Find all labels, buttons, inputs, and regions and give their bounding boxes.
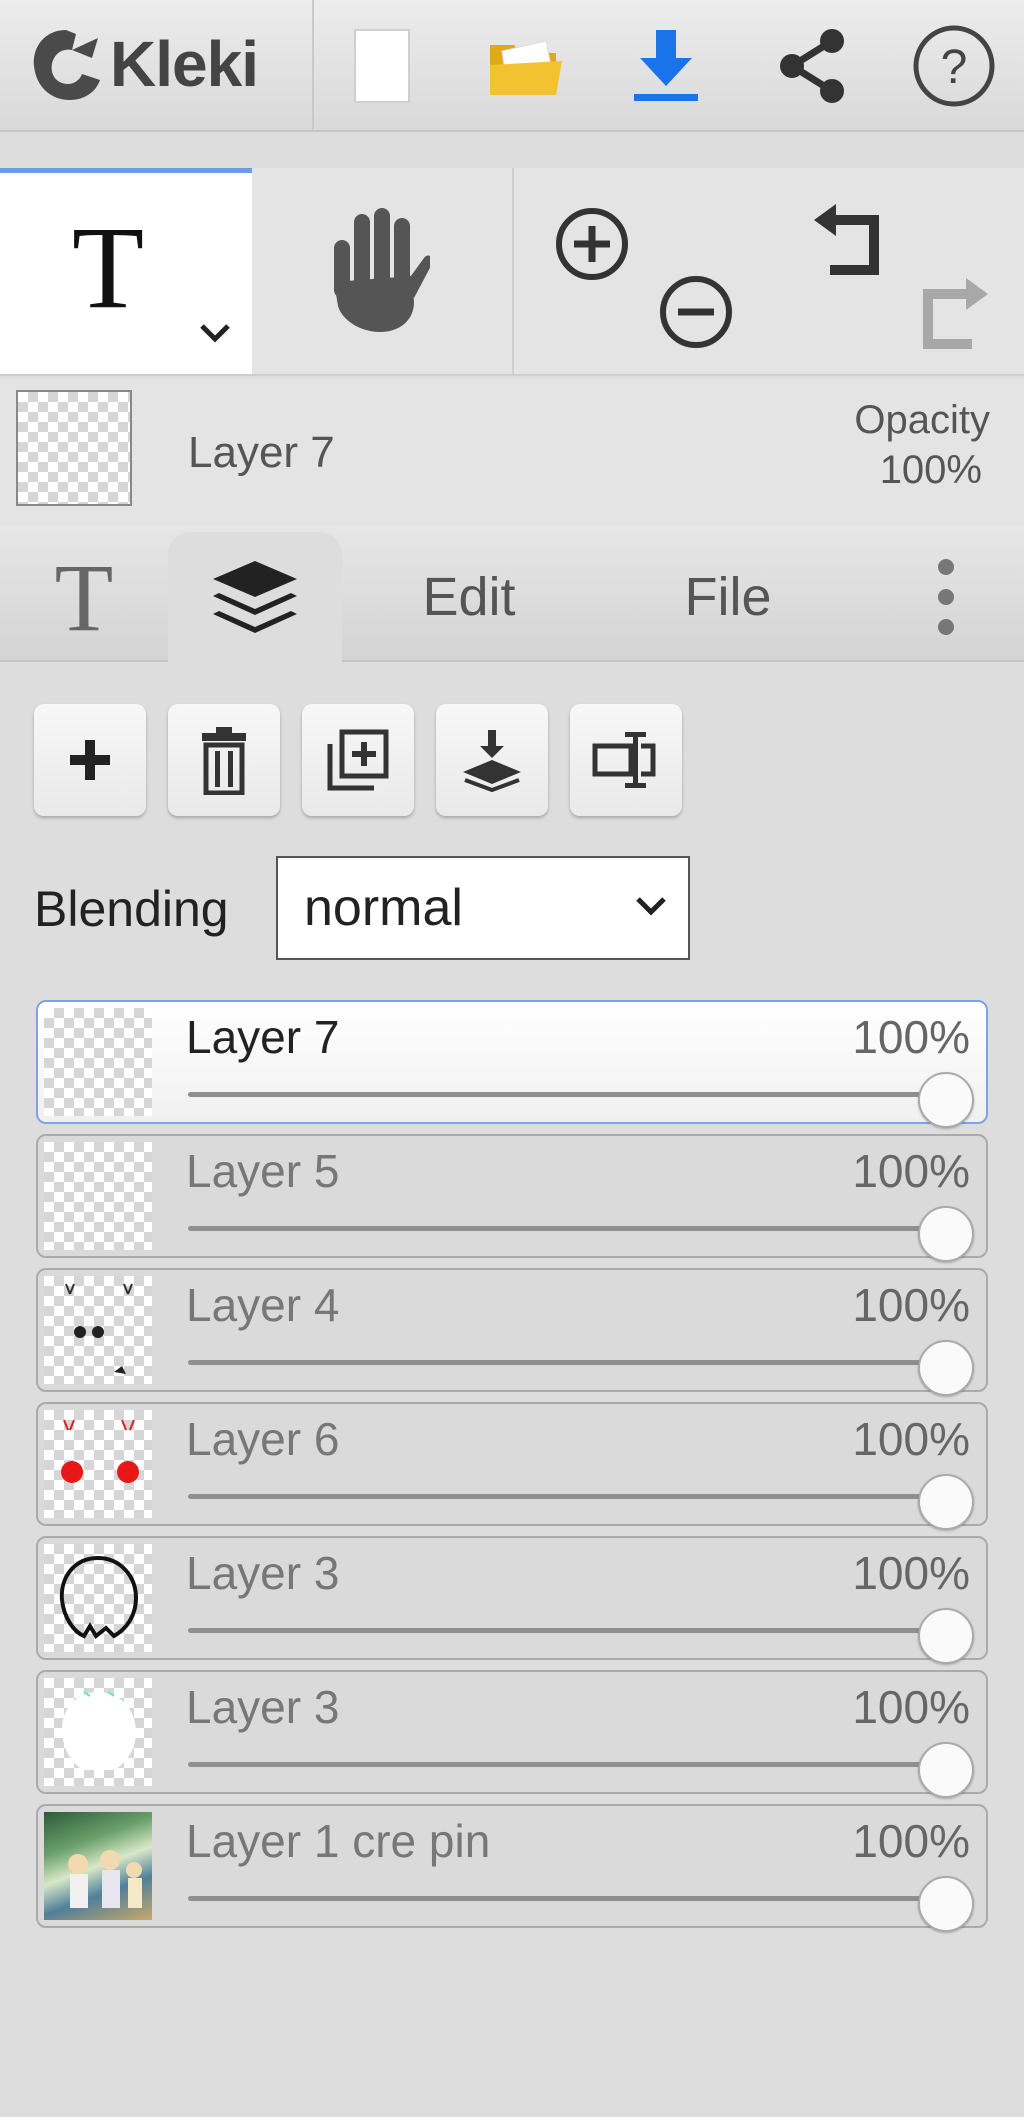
tab-text[interactable]: T (18, 532, 150, 662)
opacity-slider-track[interactable] (188, 1092, 946, 1097)
layer-thumbnail (44, 1276, 152, 1384)
panel-tabs: T Edit File (0, 526, 1024, 662)
opacity-value: 100% (879, 448, 982, 492)
current-layer-thumbnail (16, 390, 132, 506)
layer-row-layer-3-a[interactable]: Layer 3 100% (36, 1536, 988, 1664)
layer-thumbnail (44, 1142, 152, 1250)
tool-divider (512, 168, 514, 374)
duplicate-icon (327, 729, 389, 791)
zoom-out-icon[interactable] (656, 272, 736, 352)
layer-row-layer-4[interactable]: Layer 4 100% (36, 1268, 988, 1396)
layer-row-layer-7[interactable]: Layer 7 100% (36, 1000, 988, 1128)
layer-opacity: 100% (852, 1413, 970, 1465)
layer-thumbnail (44, 1008, 152, 1116)
new-file-icon (354, 29, 410, 103)
opacity-label: Opacity (854, 398, 990, 442)
merge-down-button[interactable] (436, 704, 548, 816)
layer-thumbnail (44, 1410, 152, 1518)
layer-opacity: 100% (852, 1681, 970, 1733)
opacity-slider-handle[interactable] (918, 1340, 974, 1396)
opacity-slider-handle[interactable] (918, 1876, 974, 1932)
delete-layer-button[interactable] (168, 704, 280, 816)
help-icon: ? (913, 25, 995, 107)
more-menu-button[interactable] (916, 532, 976, 662)
undo-icon[interactable] (808, 198, 888, 278)
download-icon (634, 30, 698, 101)
layer-opacity: 100% (852, 1145, 970, 1197)
duplicate-layer-button[interactable] (302, 704, 414, 816)
plus-icon (70, 740, 110, 780)
open-folder-icon (490, 40, 562, 95)
layer-thumbnail (44, 1544, 152, 1652)
help-button[interactable]: ? (904, 18, 1004, 114)
zoom-in-icon[interactable] (552, 204, 632, 284)
layer-name: Layer 3 (186, 1547, 340, 1599)
layer-opacity: 100% (852, 1547, 970, 1599)
layer-opacity: 100% (852, 1279, 970, 1331)
opacity-slider-handle[interactable] (918, 1206, 974, 1262)
layer-name: Layer 5 (186, 1145, 340, 1197)
layer-thumbnail (44, 1812, 152, 1920)
opacity-slider-track[interactable] (188, 1360, 946, 1365)
add-layer-button[interactable] (34, 704, 146, 816)
kleki-logo-icon (33, 30, 100, 100)
download-button[interactable] (616, 18, 716, 114)
redo-icon[interactable] (914, 272, 994, 352)
layer-row-layer-5[interactable]: Layer 5 100% (36, 1134, 988, 1262)
opacity-slider-track[interactable] (188, 1762, 946, 1767)
layer-opacity: 100% (852, 1011, 970, 1063)
open-file-button[interactable] (476, 18, 576, 114)
share-button[interactable] (762, 18, 862, 114)
opacity-slider-track[interactable] (188, 1896, 946, 1901)
top-divider (312, 0, 314, 130)
opacity-slider-handle[interactable] (918, 1742, 974, 1798)
chevron-down-icon[interactable] (198, 321, 232, 345)
tab-edit[interactable]: Edit (398, 532, 540, 662)
chevron-down-icon (636, 897, 666, 916)
more-vertical-icon (938, 559, 954, 635)
top-bar: Kleki ? (0, 0, 1024, 132)
trash-icon (202, 727, 246, 795)
tab-file[interactable]: File (664, 532, 792, 662)
svg-text:?: ? (941, 41, 968, 94)
merge-down-icon (463, 730, 521, 792)
layer-opacity: 100% (852, 1815, 970, 1867)
layer-row-layer-3-b[interactable]: Layer 3 100% (36, 1670, 988, 1798)
opacity-slider-track[interactable] (188, 1628, 946, 1633)
layers-icon (213, 561, 297, 633)
hand-icon (334, 208, 434, 332)
current-layer-name: Layer 7 (188, 428, 335, 477)
layer-thumbnail (44, 1678, 152, 1786)
layer-name: Layer 7 (186, 1011, 340, 1063)
tab-layers[interactable] (168, 532, 342, 662)
hand-tool-button[interactable] (320, 202, 434, 343)
layer-row-layer-1-cre-pin[interactable]: Layer 1 cre pin 100% (36, 1804, 988, 1932)
current-layer-header: Layer 7 Opacity 100% (0, 378, 1024, 526)
brand-name: Kleki (110, 28, 259, 100)
layer-name: Layer 4 (186, 1279, 340, 1331)
text-tool-icon: T (72, 202, 145, 333)
text-tab-icon: T (54, 543, 114, 651)
opacity-slider-track[interactable] (188, 1226, 946, 1231)
new-file-button[interactable] (332, 18, 432, 114)
blending-select[interactable]: normal (276, 856, 690, 960)
tool-row: T (0, 168, 1024, 376)
opacity-slider-track[interactable] (188, 1494, 946, 1499)
text-tool-button[interactable]: T (0, 168, 252, 374)
rename-layer-button[interactable] (570, 704, 682, 816)
layer-name: Layer 6 (186, 1413, 340, 1465)
share-icon (780, 29, 844, 103)
blending-value: normal (304, 879, 463, 937)
layer-name: Layer 1 cre pin (186, 1815, 491, 1867)
layer-name: Layer 3 (186, 1681, 340, 1733)
opacity-slider-handle[interactable] (918, 1474, 974, 1530)
blending-label: Blending (34, 881, 229, 937)
layer-row-layer-6[interactable]: Layer 6 100% (36, 1402, 988, 1530)
rename-icon (592, 732, 656, 788)
kleki-logo[interactable]: Kleki (26, 14, 259, 114)
opacity-slider-handle[interactable] (918, 1608, 974, 1664)
opacity-slider-handle[interactable] (918, 1072, 974, 1128)
